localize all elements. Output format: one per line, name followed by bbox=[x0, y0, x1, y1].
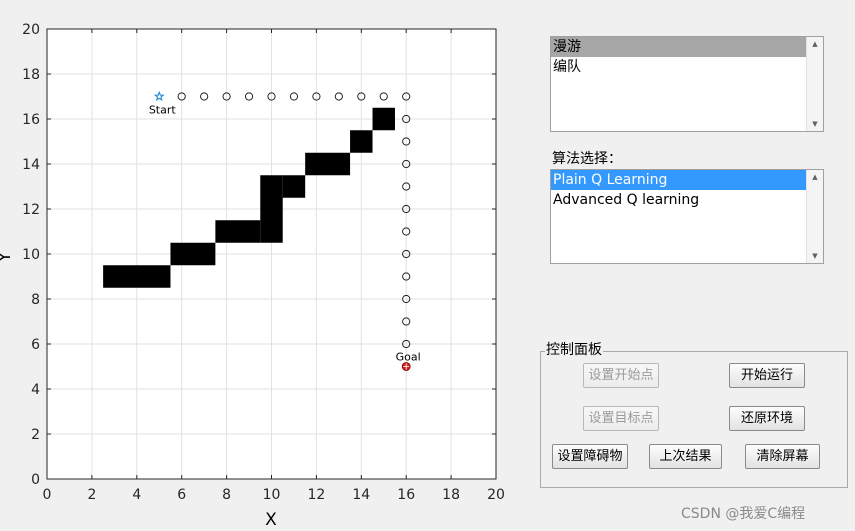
algorithm-listbox[interactable]: Plain Q Learning Advanced Q learning ▲ ▼ bbox=[550, 169, 824, 264]
y-tick-label: 6 bbox=[31, 337, 40, 353]
start-label: Start bbox=[149, 104, 177, 117]
watermark: CSDN @我爱C编程 bbox=[681, 506, 806, 522]
y-tick-label: 10 bbox=[22, 247, 40, 263]
y-tick-label: 8 bbox=[31, 292, 40, 308]
x-tick-label: 6 bbox=[177, 487, 186, 503]
set-start-button[interactable]: 设置开始点 bbox=[583, 363, 659, 388]
scroll-down-icon[interactable]: ▼ bbox=[807, 249, 823, 263]
y-tick-label: 2 bbox=[31, 427, 40, 443]
grid-world-plot: 00 2 2 4 4 6 6 8 8 10 10 12 12 14 14 16 16 18 18 20 20 Start… bbox=[0, 22, 505, 530]
y-tick-label: 14 bbox=[22, 157, 40, 173]
scroll-up-icon[interactable]: ▲ bbox=[807, 37, 823, 51]
last-result-button[interactable]: 上次结果 bbox=[649, 444, 722, 469]
x-tick-label: 10 bbox=[263, 487, 281, 503]
x-tick-label: 18 bbox=[442, 487, 460, 503]
mode-scrollbar[interactable]: ▲ ▼ bbox=[806, 37, 823, 131]
obstacle-block bbox=[260, 175, 283, 243]
y-tick-label: 20 bbox=[22, 22, 40, 38]
algo-scrollbar[interactable]: ▲ ▼ bbox=[806, 170, 823, 263]
control-panel-title: 控制面板 bbox=[545, 342, 603, 358]
x-tick-label: 2 bbox=[87, 487, 96, 503]
mode-listbox[interactable]: 漫游 编队 ▲ ▼ bbox=[550, 36, 824, 132]
reset-env-button[interactable]: 还原环境 bbox=[729, 406, 805, 431]
start-run-button[interactable]: 开始运行 bbox=[729, 363, 805, 388]
algo-item-advanced-q[interactable]: Advanced Q learning bbox=[551, 190, 807, 210]
obstacle-block bbox=[215, 220, 261, 243]
algo-label: 算法选择： bbox=[552, 151, 622, 167]
y-tick-label: 4 bbox=[31, 382, 40, 398]
x-tick-label: 12 bbox=[307, 487, 325, 503]
x-tick-label: 14 bbox=[352, 487, 370, 503]
obstacle-block bbox=[103, 265, 171, 288]
scroll-down-icon[interactable]: ▼ bbox=[807, 117, 823, 131]
y-axis-label: Y bbox=[0, 251, 15, 263]
scroll-up-icon[interactable]: ▲ bbox=[807, 170, 823, 184]
x-tick-label: 20 bbox=[487, 487, 505, 503]
x-tick-label: 16 bbox=[397, 487, 415, 503]
obstacle-block bbox=[170, 242, 216, 266]
y-tick-label: 12 bbox=[22, 202, 40, 218]
y-tick-label: 0 bbox=[31, 472, 40, 488]
y-tick-label: 18 bbox=[22, 67, 40, 83]
x-tick-label: 0 bbox=[43, 487, 52, 503]
mode-item-formation[interactable]: 编队 bbox=[551, 57, 807, 77]
obstacle-block bbox=[350, 130, 373, 153]
algo-item-plain-q[interactable]: Plain Q Learning bbox=[551, 170, 807, 190]
x-axis-label: X bbox=[265, 510, 277, 530]
goal-label: Goal bbox=[396, 351, 421, 364]
x-tick-label: 8 bbox=[222, 487, 231, 503]
obstacle-block bbox=[282, 175, 306, 198]
clear-screen-button[interactable]: 清除屏幕 bbox=[745, 444, 820, 469]
set-goal-button[interactable]: 设置目标点 bbox=[583, 406, 659, 431]
mode-item-roam[interactable]: 漫游 bbox=[551, 37, 807, 57]
obstacle-block bbox=[305, 152, 351, 176]
y-tick-label: 16 bbox=[22, 112, 40, 128]
obstacle-block bbox=[372, 107, 395, 131]
x-tick-label: 4 bbox=[132, 487, 141, 503]
set-obstacle-button[interactable]: 设置障碍物 bbox=[552, 444, 628, 469]
